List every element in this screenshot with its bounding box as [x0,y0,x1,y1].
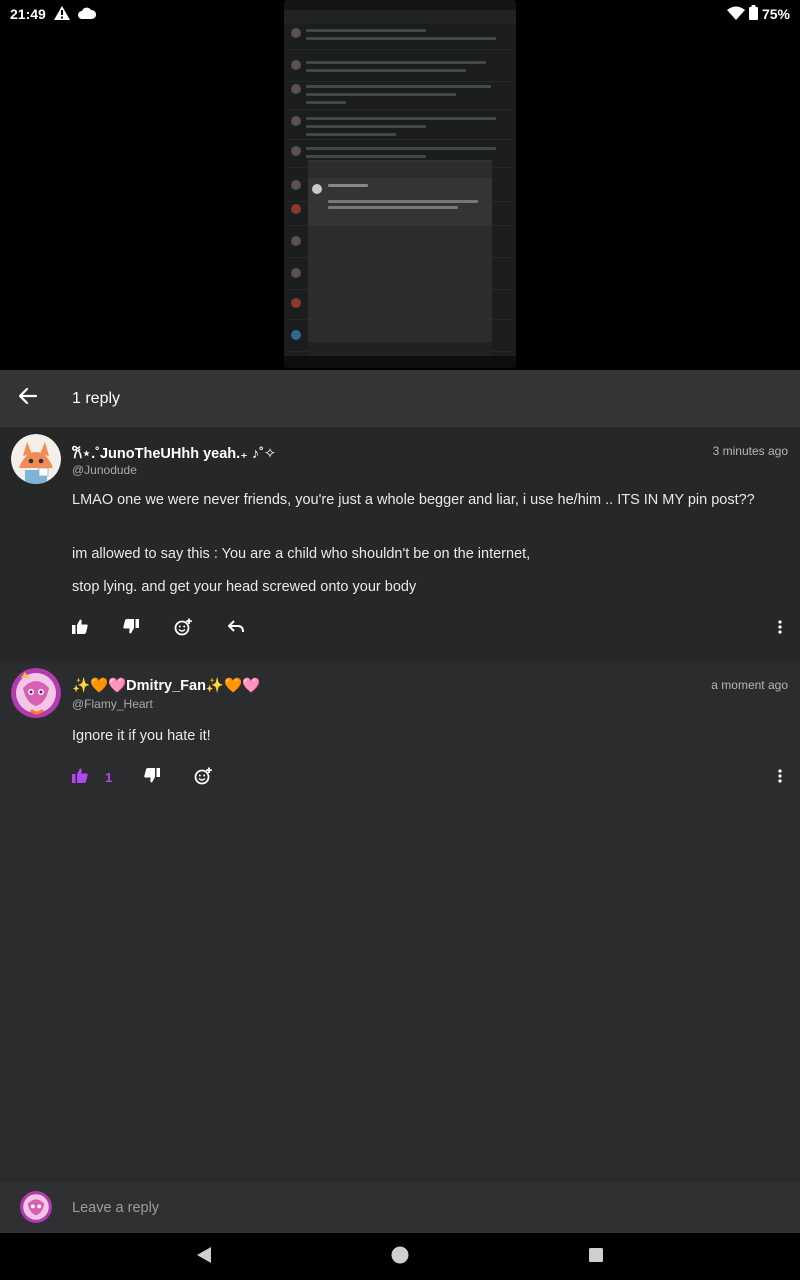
square-recents-icon [588,1247,604,1268]
more-vertical-icon [778,619,782,639]
more-options-button[interactable] [769,618,791,640]
comment-handle: @Flamy_Heart [72,697,153,711]
comment-paragraph: Ignore it if you hate it! [72,728,211,744]
alert-icon [53,5,70,23]
avatar[interactable] [11,668,61,718]
comment-paragraph: im allowed to say this : You are a child… [72,546,531,562]
battery-percent: 75% [761,6,790,22]
add-reaction-button[interactable] [192,767,214,789]
dislike-button[interactable] [141,767,163,789]
triangle-back-icon [196,1246,212,1269]
reply-button[interactable] [225,618,247,640]
comment-time: a moment ago [711,678,788,692]
reply-arrow-icon [228,620,244,638]
thumbs-up-icon [72,768,88,788]
replies-header: 1 reply [0,370,800,427]
arrow-left-icon [18,387,38,409]
thumbs-down-icon [144,768,160,788]
comment-author[interactable]: 𐙚⋆.˚JunoTheUHhh yeah.₊ ♪˚✧ [72,443,276,463]
comment-handle: @Junodude [72,463,137,477]
like-button[interactable] [69,618,91,640]
status-bar: 21:49 75% [0,0,800,28]
avatar [20,1191,52,1223]
comment-author[interactable]: ✨🧡🩷Dmitry_Fan✨🧡🩷 [72,677,260,694]
screen-preview-thumbnail [284,0,516,368]
emoji-add-icon [174,618,192,641]
comment-paragraph: LMAO one we were never friends, you're j… [72,492,755,508]
nav-recents-button[interactable] [580,1241,612,1273]
like-count: 1 [105,770,113,785]
cloud-icon [77,6,96,22]
circle-home-icon [391,1246,409,1269]
add-reaction-button[interactable] [172,618,194,640]
page-title: 1 reply [72,389,121,407]
more-vertical-icon [778,768,782,788]
system-nav-bar [0,1233,800,1280]
avatar[interactable] [11,434,61,484]
thumbs-up-icon [72,619,88,639]
nav-back-button[interactable] [188,1241,220,1273]
comment-item: ✨🧡🩷Dmitry_Fan✨🧡🩷 @Flamy_Heart a moment a… [0,661,800,801]
screen-preview-area [0,0,800,370]
back-button[interactable] [0,370,56,427]
nav-home-button[interactable] [384,1241,416,1273]
emoji-add-icon [194,767,212,790]
like-button[interactable] [69,767,91,789]
wifi-icon [726,6,745,23]
thumbs-down-icon [123,619,139,639]
reply-input[interactable] [72,1196,672,1220]
dislike-button[interactable] [120,618,142,640]
replies-panel: 1 reply 𐙚⋆.˚JunoTheUHhh yeah.₊ ♪˚✧ @Juno… [0,370,800,1233]
battery-icon [748,5,758,23]
comment-time: 3 minutes ago [712,444,788,458]
status-time: 21:49 [10,6,46,22]
more-options-button[interactable] [769,767,791,789]
comment-paragraph: stop lying. and get your head screwed on… [72,579,417,595]
reply-composer [0,1182,800,1233]
comment-item: 𐙚⋆.˚JunoTheUHhh yeah.₊ ♪˚✧ @Junodude 3 m… [0,427,800,661]
